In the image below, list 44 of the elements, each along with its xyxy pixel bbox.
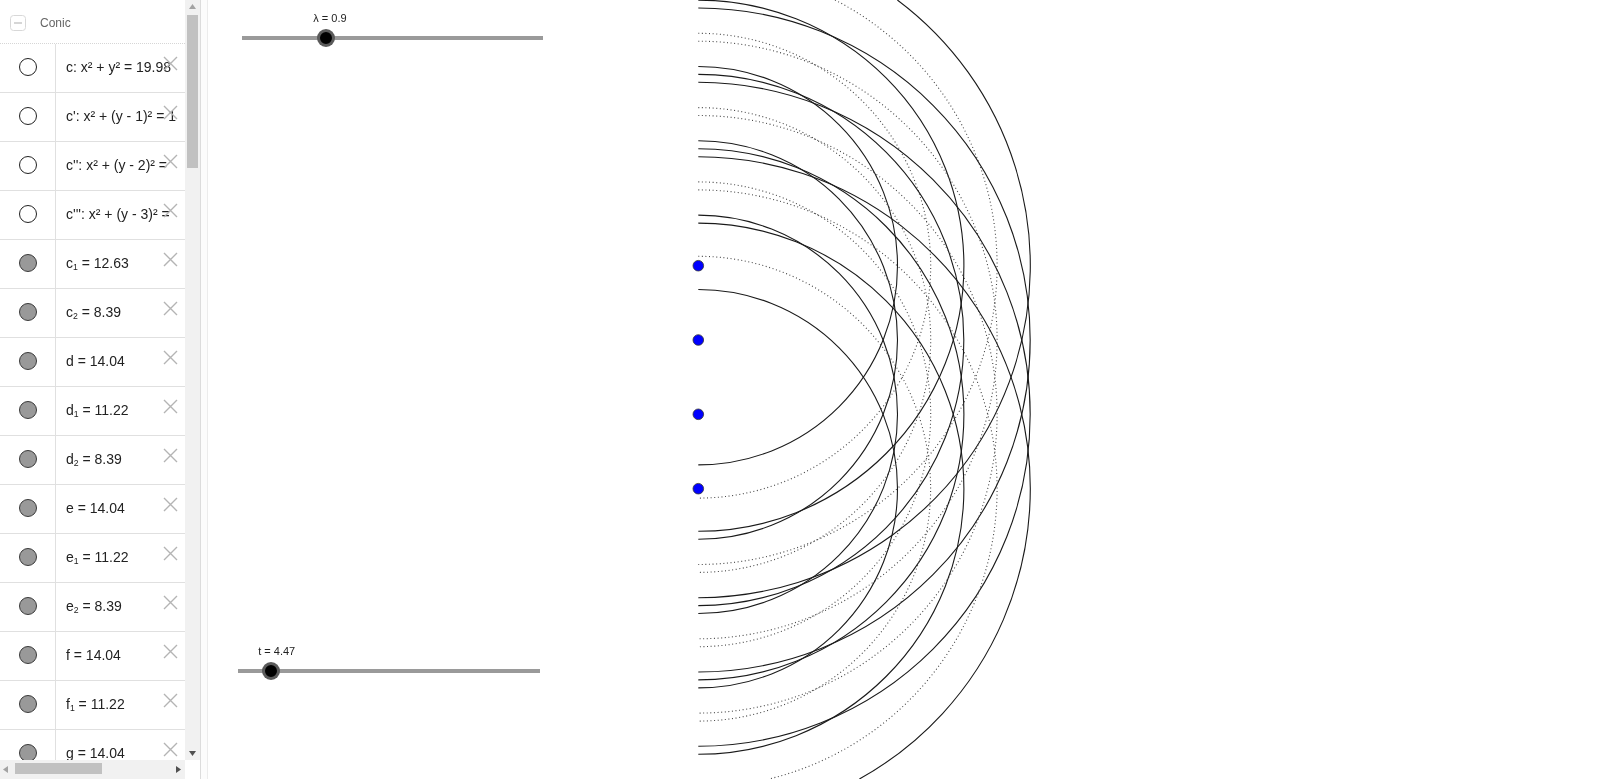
scrollbar-thumb[interactable] [15,763,102,774]
visibility-circle-icon[interactable] [18,645,37,664]
algebra-entry[interactable]: d = 14.04 [66,352,125,372]
algebra-entry[interactable]: f = 14.04 [66,646,121,666]
visibility-circle-icon[interactable] [18,204,37,223]
visibility-circle-icon[interactable] [18,743,37,760]
horizontal-scrollbar[interactable] [0,760,185,779]
down-arrow-icon[interactable] [189,751,196,756]
point-icon[interactable] [692,408,704,420]
visibility-circle-icon[interactable] [18,596,37,615]
visibility-circle-icon[interactable] [18,302,37,321]
algebra-entry[interactable]: c: x² + y² = 19.98 [66,58,172,78]
visibility-circle-icon[interactable] [18,498,37,517]
slider-label: t = 4.47 [258,644,296,658]
visibility-circle-icon[interactable] [18,106,37,125]
group-label: Conic [40,15,71,30]
point-icon[interactable] [692,260,704,272]
algebra-entry[interactable]: e$_{1}$ = 11.22 [66,548,129,568]
algebra-entry[interactable]: c$_{1}$ = 12.63 [66,254,129,274]
close-icon[interactable] [163,203,178,218]
visibility-circle-icon[interactable] [18,400,37,419]
algebra-entry[interactable]: e = 14.04 [66,499,125,519]
close-icon[interactable] [163,105,178,120]
algebra-entry[interactable]: d$_{1}$ = 11.22 [66,401,129,421]
algebra-entry[interactable]: e$_{2}$ = 8.39 [66,597,122,617]
scrollbar-thumb[interactable] [187,15,198,168]
visibility-circle-icon[interactable] [18,155,37,174]
algebra-entry[interactable]: g = 14.04 [66,744,125,760]
algebra-entry[interactable]: c$_{2}$ = 8.39 [66,303,122,323]
visibility-circle-icon[interactable] [18,547,37,566]
slider-label: λ = 0.9 [313,11,347,25]
visibility-circle-icon[interactable] [18,351,37,370]
visibility-circle-icon[interactable] [18,57,37,76]
slider-thumb[interactable] [262,662,281,680]
algebra-entry[interactable]: d$_{2}$ = 8.39 [66,450,122,470]
algebra-entry[interactable]: f$_{1}$ = 11.22 [66,695,125,715]
visibility-circle-icon[interactable] [18,449,37,468]
point-icon[interactable] [692,483,704,495]
point-icon[interactable] [692,334,704,346]
vertical-scrollbar[interactable] [185,0,200,760]
slider-thumb[interactable] [317,29,336,47]
visibility-circle-icon[interactable] [18,694,37,713]
right-arrow-icon[interactable] [176,766,181,773]
visibility-circle-icon[interactable] [18,253,37,272]
